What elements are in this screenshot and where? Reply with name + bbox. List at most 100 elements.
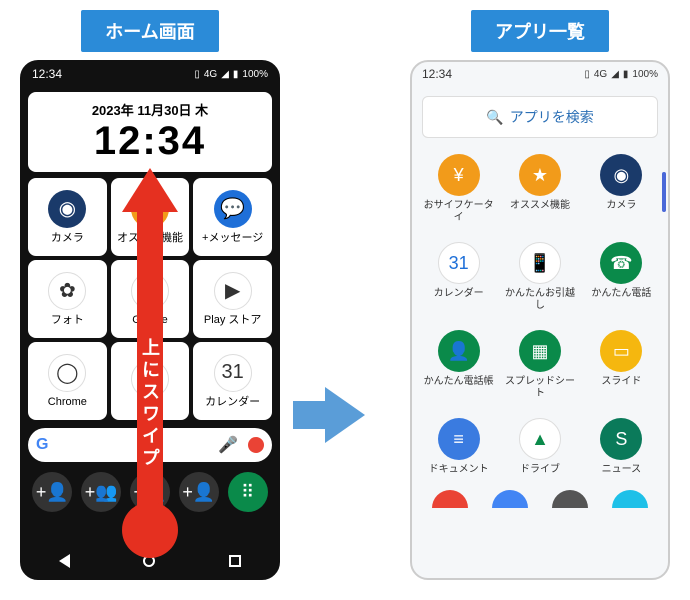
app-label: カメラ — [606, 200, 636, 212]
app-label: おサイフケータイ — [422, 200, 495, 224]
home-app-0[interactable]: ◉ カメラ — [28, 178, 107, 256]
app-label: カレンダー — [434, 288, 484, 300]
partial-row — [412, 482, 668, 508]
home-app-5[interactable]: ▶ Play ストア — [193, 260, 272, 338]
app-label: オススメ機能 — [510, 200, 570, 212]
app-item-10[interactable]: ▲ ドライブ — [501, 412, 578, 482]
app-icon: ▦ — [519, 330, 561, 372]
app-icon — [131, 360, 169, 398]
google-search-bar[interactable]: G 🎤 — [28, 428, 272, 462]
home-app-8[interactable]: 31 カレンダー — [193, 342, 272, 420]
clock-time: 12:34 — [36, 119, 264, 164]
sim-icon: ▯ — [584, 69, 590, 80]
home-app-3[interactable]: ✿ フォト — [28, 260, 107, 338]
app-label: スライド — [601, 376, 641, 388]
battery-pct: 100% — [242, 69, 268, 80]
home-app-6[interactable]: ◯ Chrome — [28, 342, 107, 420]
app-icon: 💬 — [214, 190, 252, 228]
scroll-indicator[interactable] — [662, 172, 666, 212]
clock-date: 2023年 11月30日 木 — [36, 100, 264, 119]
status-icons: ▯ 4G ◢ ▮ 100% — [584, 69, 658, 80]
search-apps-input[interactable]: 🔍 アプリを検索 — [422, 96, 658, 138]
app-icon: ✿ — [48, 272, 86, 310]
battery-pct: 100% — [632, 69, 658, 80]
app-icon: 👤 — [438, 330, 480, 372]
app-item-8[interactable]: ▭ スライド — [583, 324, 660, 406]
app-icon: ≡ — [438, 418, 480, 460]
app-label: かんたん電話帳 — [424, 376, 494, 388]
app-label: ドライブ — [520, 464, 560, 476]
app-icon: S — [600, 418, 642, 460]
google-logo-icon: G — [36, 436, 48, 454]
app-label: Chrome — [48, 396, 87, 408]
status-time: 12:34 — [32, 67, 62, 81]
contact-add-3-icon[interactable]: +👤 — [130, 472, 170, 512]
app-label: カレンダー — [205, 396, 260, 408]
app-icon: ▶ — [214, 272, 252, 310]
mic-icon[interactable]: 🎤 — [218, 435, 238, 455]
signal-icon: ◢ — [611, 69, 619, 80]
app-item-2[interactable]: ◉ カメラ — [583, 148, 660, 230]
nav-back-icon[interactable] — [59, 554, 70, 568]
app-item-0[interactable]: ¥ おサイフケータイ — [420, 148, 497, 230]
app-item-1[interactable]: ★ オススメ機能 — [501, 148, 578, 230]
home-app-2[interactable]: 💬 +メッセージ — [193, 178, 272, 256]
app-icon: ◉ — [600, 154, 642, 196]
nav-home-icon[interactable] — [143, 555, 155, 567]
net-label: 4G — [204, 69, 217, 80]
home-app-7[interactable] — [111, 342, 190, 420]
status-bar: 12:34 ▯ 4G ◢ ▮ 100% — [22, 62, 278, 86]
search-icon: 🔍 — [486, 109, 503, 126]
app-icon: ◉ — [48, 190, 86, 228]
app-icon: ★ — [519, 154, 561, 196]
home-app-4[interactable]: GGoogle — [111, 260, 190, 338]
app-label: オススメ機能 — [117, 232, 183, 244]
dock: +👤+👥+👤+👤⠿ — [22, 468, 278, 516]
app-label: フォト — [51, 314, 84, 326]
status-icons: ▯ 4G ◢ ▮ 100% — [194, 69, 268, 80]
battery-icon: ▮ — [623, 69, 629, 80]
app-icon: ▲ — [519, 418, 561, 460]
app-icon: 31 — [214, 354, 252, 392]
home-banner: ホーム画面 — [81, 10, 218, 52]
app-label: カメラ — [51, 232, 84, 244]
sim-icon: ▯ — [194, 69, 200, 80]
net-label: 4G — [594, 69, 607, 80]
app-label: スプレッドシート — [503, 376, 576, 400]
signal-icon: ◢ — [221, 69, 229, 80]
app-item-9[interactable]: ≡ ドキュメント — [420, 412, 497, 482]
app-icon: ◯ — [48, 354, 86, 392]
app-label: Play ストア — [204, 314, 261, 326]
clock-widget[interactable]: 2023年 11月30日 木 12:34 — [28, 92, 272, 172]
app-item-5[interactable]: ☎かんたん電話 — [583, 236, 660, 318]
app-item-11[interactable]: S ニュース — [583, 412, 660, 482]
app-item-7[interactable]: ▦ スプレッドシート — [501, 324, 578, 406]
contact-add-1-icon[interactable]: +👤 — [32, 472, 72, 512]
app-icon: ¥ — [438, 154, 480, 196]
contact-add-2-icon[interactable]: +👥 — [81, 472, 121, 512]
status-time: 12:34 — [422, 67, 452, 81]
lens-icon[interactable] — [248, 437, 264, 453]
app-label: かんたんお引越し — [503, 288, 576, 312]
contact-add-4-icon[interactable]: +👤 — [179, 472, 219, 512]
app-label: Google — [132, 314, 167, 326]
app-label: ニュース — [602, 464, 642, 476]
phone-home: 12:34 ▯ 4G ◢ ▮ 100% 2023年 11月30日 木 12:34… — [20, 60, 280, 580]
transition-arrow-icon — [325, 387, 365, 443]
home-app-1[interactable]: ★オススメ機能 — [111, 178, 190, 256]
nav-bar — [22, 544, 278, 578]
app-item-3[interactable]: 31 カレンダー — [420, 236, 497, 318]
app-icon: ▭ — [600, 330, 642, 372]
app-item-4[interactable]: 📱 かんたんお引越し — [501, 236, 578, 318]
dialer-icon[interactable]: ⠿ — [228, 472, 268, 512]
applist-banner: アプリ一覧 — [471, 10, 609, 52]
app-label: かんたん電話 — [591, 288, 651, 300]
nav-recent-icon[interactable] — [229, 555, 241, 567]
app-icon: 31 — [438, 242, 480, 284]
search-apps-label: アプリを検索 — [510, 107, 594, 127]
app-label: ドキュメント — [429, 464, 489, 476]
app-label: +メッセージ — [202, 232, 263, 244]
battery-icon: ▮ — [233, 69, 239, 80]
app-item-6[interactable]: 👤 かんたん電話帳 — [420, 324, 497, 406]
app-icon: 📱 — [519, 242, 561, 284]
